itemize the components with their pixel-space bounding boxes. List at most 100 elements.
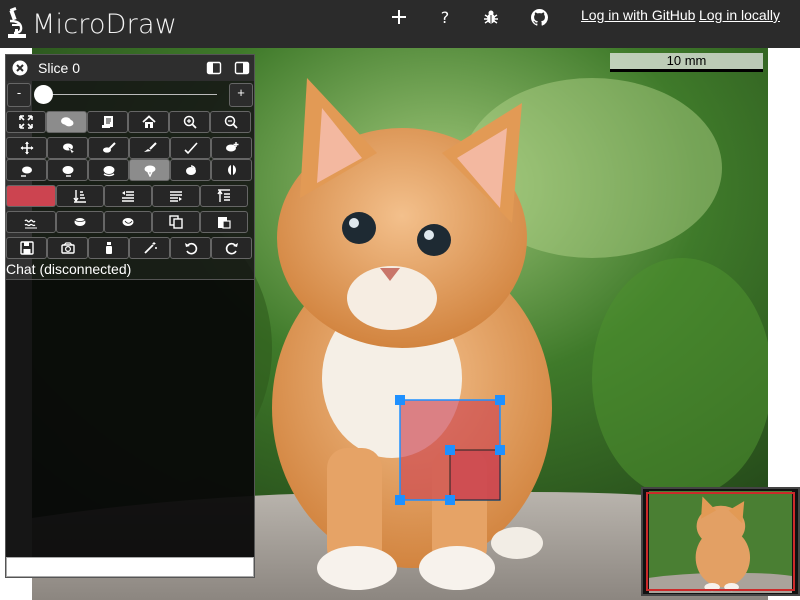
tool-panel: Slice 0 - + Chat (disconnected): [5, 54, 255, 578]
pencil-icon: [183, 142, 198, 155]
navigator-viewport[interactable]: [646, 492, 795, 591]
flip-tool[interactable]: [211, 159, 252, 181]
add-region-icon: [62, 166, 73, 177]
magic-wand-icon: [143, 242, 157, 254]
control-handle: [445, 445, 455, 455]
select-icon: [62, 143, 75, 155]
comments-icon: [60, 117, 73, 127]
edit-region-tool[interactable]: [129, 159, 170, 181]
slice-title: Slice 0: [38, 60, 81, 76]
union-button[interactable]: [56, 211, 104, 233]
chat-button[interactable]: [46, 111, 87, 133]
control-handle: [395, 395, 405, 405]
fullscreen-button[interactable]: [6, 111, 46, 133]
pencil-tool[interactable]: [170, 137, 211, 159]
plus-icon[interactable]: [386, 4, 412, 30]
save-button[interactable]: [6, 237, 47, 259]
simplify-button[interactable]: [6, 211, 56, 233]
redo-button[interactable]: [211, 237, 252, 259]
add-point-tool[interactable]: [211, 137, 252, 159]
rotate-icon: [185, 165, 196, 175]
draw-polygon-tool[interactable]: [129, 137, 170, 159]
chat-input[interactable]: [6, 557, 254, 577]
bottle-icon: [105, 242, 112, 254]
chat-title: Chat (disconnected): [6, 261, 132, 277]
copy-button[interactable]: [152, 211, 200, 233]
simplify-icon: [24, 219, 37, 229]
dock-right-icon[interactable]: [234, 60, 250, 76]
select-tool[interactable]: [47, 137, 88, 159]
annotation-subregion: [449, 449, 501, 501]
send-to-back-button[interactable]: [56, 185, 104, 207]
sort-up-icon: [217, 189, 230, 202]
scroll-icon: [101, 116, 113, 128]
navigate-tool[interactable]: [6, 137, 47, 159]
draw-polygon-icon: [143, 142, 157, 152]
slice-slider-knob[interactable]: [34, 85, 53, 104]
zoom-in-icon: [183, 115, 197, 129]
script-button[interactable]: [87, 111, 128, 133]
toolbar-row-edit: [6, 211, 254, 233]
union-icon: [74, 218, 86, 226]
dock-left-icon[interactable]: [206, 60, 222, 76]
sort-down-icon: [73, 190, 86, 203]
paste-button[interactable]: [200, 211, 248, 233]
control-handle: [445, 495, 455, 505]
scale-bar: 10 mm: [610, 53, 763, 72]
edit-region-icon: [144, 165, 155, 177]
control-handle: [495, 395, 505, 405]
slice-plus-button[interactable]: +: [229, 83, 253, 107]
flip-icon: [227, 165, 236, 175]
rotate-tool[interactable]: [170, 159, 211, 181]
app-logo[interactable]: MicroDraw: [6, 7, 177, 41]
zoom-in-button[interactable]: [169, 111, 210, 133]
undo-icon: [184, 242, 197, 255]
add-region-tool[interactable]: [47, 159, 88, 181]
slice-slider-row: - +: [6, 83, 254, 109]
camera-icon: [60, 242, 75, 254]
control-handle: [395, 495, 405, 505]
close-icon[interactable]: [12, 60, 28, 76]
expand-icon: [19, 115, 33, 129]
toolbar-row-view: [6, 111, 254, 133]
github-icon[interactable]: [526, 4, 552, 30]
undo-button[interactable]: [170, 237, 211, 259]
color-swatch[interactable]: [6, 185, 56, 207]
forward-icon: [170, 191, 182, 202]
zoom-out-button[interactable]: [210, 111, 251, 133]
backward-icon: [122, 191, 134, 202]
magic-wand-button[interactable]: [129, 237, 170, 259]
microscope-icon: [8, 7, 26, 38]
svg-text:?: ?: [441, 8, 450, 26]
chat-messages[interactable]: [6, 279, 254, 557]
send-backward-button[interactable]: [104, 185, 152, 207]
login-local-link[interactable]: Log in locally: [699, 7, 780, 23]
copy-icon: [169, 215, 183, 229]
home-button[interactable]: [128, 111, 169, 133]
intersect-icon: [122, 218, 134, 226]
zoom-out-icon: [224, 115, 238, 129]
slice-minus-button[interactable]: -: [7, 83, 31, 107]
top-bar: MicroDraw ? Log in with GitHub Log in lo…: [0, 0, 800, 48]
save-icon: [19, 241, 34, 255]
intersect-button[interactable]: [104, 211, 152, 233]
login-github-link[interactable]: Log in with GitHub: [581, 7, 695, 23]
add-point-icon: [225, 142, 238, 152]
toolbar-row-file: [6, 237, 254, 259]
navigator-minimap[interactable]: [641, 487, 800, 596]
draw-tool[interactable]: [88, 137, 129, 159]
paste-icon: [218, 217, 231, 229]
bring-to-front-button[interactable]: [200, 185, 248, 207]
bug-icon[interactable]: [478, 4, 504, 30]
draw-icon: [102, 142, 116, 153]
bring-forward-button[interactable]: [152, 185, 200, 207]
subtract-region-tool[interactable]: [88, 159, 129, 181]
delete-point-tool[interactable]: [6, 159, 47, 181]
move-icon: [20, 141, 33, 155]
panel-header: Slice 0: [6, 55, 254, 81]
clear-button[interactable]: [88, 237, 129, 259]
subtract-region-icon: [103, 166, 114, 177]
slice-slider[interactable]: [34, 85, 217, 104]
question-icon[interactable]: ?: [432, 4, 458, 30]
screenshot-button[interactable]: [47, 237, 88, 259]
